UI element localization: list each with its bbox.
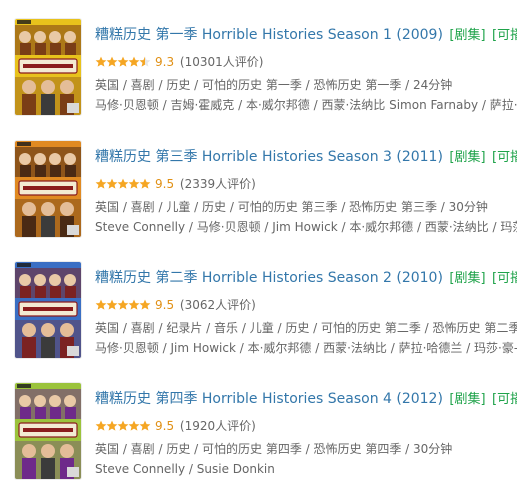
star-icon bbox=[117, 420, 129, 431]
rating-count: (2339人评价) bbox=[179, 177, 256, 191]
star-icon bbox=[95, 420, 107, 431]
title-line: 糟糕历史 第二季 Horrible Histories Season 2 (20… bbox=[95, 269, 517, 288]
cover-image[interactable] bbox=[15, 141, 81, 237]
playable-tag[interactable]: [可播放] bbox=[492, 150, 517, 165]
rating-score: 9.5 bbox=[155, 177, 175, 191]
cast-meta: 马修·贝恩顿 / 吉姆·霍威克 / 本·威尔邦德 / 西蒙·法纳比 Simon … bbox=[95, 98, 517, 112]
cover-image[interactable] bbox=[15, 19, 81, 115]
search-results-list: 糟糕历史 第一季 Horrible Histories Season 1 (20… bbox=[0, 0, 517, 489]
rating-score: 9.5 bbox=[155, 298, 175, 312]
playable-tag[interactable]: [可播放] bbox=[492, 28, 517, 43]
result-item: 糟糕历史 第三季 Horrible Histories Season 3 (20… bbox=[0, 141, 517, 259]
star-icon bbox=[106, 420, 118, 431]
cast-meta: Steve Connelly / 马修·贝恩顿 / Jim Howick / 本… bbox=[95, 220, 517, 234]
result-info: 糟糕历史 第二季 Horrible Histories Season 2 (20… bbox=[95, 262, 517, 358]
rating-count: (10301人评价) bbox=[179, 55, 264, 69]
result-item: 糟糕历史 第二季 Horrible Histories Season 2 (20… bbox=[0, 262, 517, 380]
result-item: 糟糕历史 第四季 Horrible Histories Season 4 (20… bbox=[0, 383, 517, 501]
genre-meta: 英国 / 喜剧 / 历史 / 可怕的历史 第四季 / 恐怖历史 第四季 / 30… bbox=[95, 442, 453, 456]
series-tag[interactable]: [剧集] bbox=[449, 271, 485, 286]
rating-line: 9.5 (1920人评价) bbox=[95, 418, 256, 434]
star-rating bbox=[95, 178, 151, 189]
playable-tag[interactable]: [可播放] bbox=[492, 392, 517, 407]
title-line: 糟糕历史 第四季 Horrible Histories Season 4 (20… bbox=[95, 390, 517, 409]
result-info: 糟糕历史 第一季 Horrible Histories Season 1 (20… bbox=[95, 19, 517, 115]
star-icon bbox=[95, 56, 107, 67]
cover-image[interactable] bbox=[15, 262, 81, 358]
rating-line: 9.5 (2339人评价) bbox=[95, 176, 256, 192]
star-icon bbox=[95, 299, 107, 310]
genre-meta: 英国 / 喜剧 / 儿童 / 历史 / 可怕的历史 第三季 / 恐怖历史 第三季… bbox=[95, 200, 488, 214]
star-icon bbox=[106, 178, 118, 189]
result-info: 糟糕历史 第四季 Horrible Histories Season 4 (20… bbox=[95, 383, 517, 479]
title-link[interactable]: 糟糕历史 第四季 Horrible Histories Season 4 (20… bbox=[95, 391, 443, 407]
rating-score: 9.5 bbox=[155, 419, 175, 433]
star-icon bbox=[117, 178, 129, 189]
star-rating bbox=[95, 420, 151, 431]
star-icon bbox=[95, 178, 107, 189]
rating-count: (1920人评价) bbox=[179, 419, 256, 433]
rating-line: 9.3 (10301人评价) bbox=[95, 54, 263, 70]
series-tag[interactable]: [剧集] bbox=[449, 28, 485, 43]
title-link[interactable]: 糟糕历史 第一季 Horrible Histories Season 1 (20… bbox=[95, 27, 443, 43]
rating-line: 9.5 (3062人评价) bbox=[95, 297, 256, 313]
star-icon bbox=[128, 299, 140, 310]
star-icon bbox=[139, 178, 151, 189]
star-rating bbox=[95, 56, 151, 67]
cover-image[interactable] bbox=[15, 383, 81, 479]
star-icon bbox=[128, 178, 140, 189]
star-icon bbox=[139, 420, 151, 431]
cast-meta: 马修·贝恩顿 / Jim Howick / 本·威尔邦德 / 西蒙·法纳比 / … bbox=[95, 341, 517, 355]
result-info: 糟糕历史 第三季 Horrible Histories Season 3 (20… bbox=[95, 141, 517, 237]
star-icon bbox=[106, 299, 118, 310]
star-rating bbox=[95, 299, 151, 310]
title-link[interactable]: 糟糕历史 第二季 Horrible Histories Season 2 (20… bbox=[95, 270, 443, 286]
series-tag[interactable]: [剧集] bbox=[449, 150, 485, 165]
series-tag[interactable]: [剧集] bbox=[449, 392, 485, 407]
title-line: 糟糕历史 第一季 Horrible Histories Season 1 (20… bbox=[95, 26, 517, 45]
star-icon bbox=[117, 56, 129, 67]
star-icon bbox=[139, 299, 151, 310]
genre-meta: 英国 / 喜剧 / 历史 / 可怕的历史 第一季 / 恐怖历史 第一季 / 24… bbox=[95, 78, 453, 92]
result-item: 糟糕历史 第一季 Horrible Histories Season 1 (20… bbox=[0, 19, 517, 137]
cast-meta: Steve Connelly / Susie Donkin bbox=[95, 462, 275, 476]
rating-count: (3062人评价) bbox=[179, 298, 256, 312]
star-icon bbox=[117, 299, 129, 310]
title-line: 糟糕历史 第三季 Horrible Histories Season 3 (20… bbox=[95, 148, 517, 167]
rating-score: 9.3 bbox=[155, 55, 175, 69]
star-icon bbox=[106, 56, 118, 67]
title-link[interactable]: 糟糕历史 第三季 Horrible Histories Season 3 (20… bbox=[95, 149, 443, 165]
star-icon bbox=[128, 420, 140, 431]
playable-tag[interactable]: [可播放] bbox=[492, 271, 517, 286]
star-icon bbox=[128, 56, 140, 67]
genre-meta: 英国 / 喜剧 / 纪录片 / 音乐 / 儿童 / 历史 / 可怕的历史 第二季… bbox=[95, 321, 517, 335]
